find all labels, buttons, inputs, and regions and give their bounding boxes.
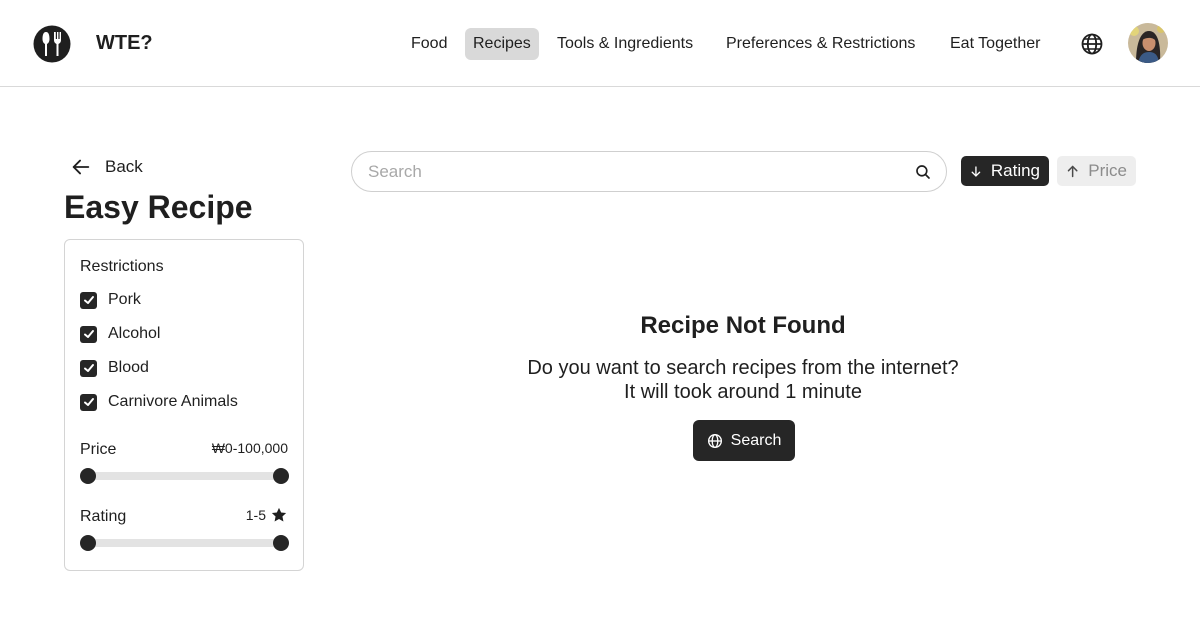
- restriction-alcohol-checkbox[interactable]: Alcohol: [80, 324, 160, 344]
- restrictions-label: Restrictions: [80, 258, 164, 275]
- checkbox-checked[interactable]: [80, 291, 97, 309]
- price-slider-max-handle[interactable]: [273, 468, 289, 484]
- search-input[interactable]: [368, 161, 888, 183]
- internet-search-label: Search: [730, 431, 782, 449]
- sort-price-label: Price: [1088, 161, 1127, 180]
- empty-state-line-1: Do you want to search recipes from the i…: [527, 357, 959, 379]
- rating-slider-max-handle[interactable]: [273, 535, 289, 551]
- top-navbar: WTE? Food Recipes Tools & Ingredients Pr…: [0, 0, 1200, 87]
- nav-preferences-restrictions[interactable]: Preferences & Restrictions: [718, 28, 923, 60]
- rating-slider-min-handle[interactable]: [80, 535, 96, 551]
- brand-name[interactable]: WTE?: [96, 32, 153, 55]
- search-icon[interactable]: [914, 163, 932, 181]
- check-icon: [83, 398, 94, 406]
- internet-search-button[interactable]: Search: [693, 420, 795, 461]
- check-icon: [83, 330, 94, 338]
- nav-tools-ingredients[interactable]: Tools & Ingredients: [549, 28, 701, 60]
- rating-label: Rating: [80, 508, 127, 525]
- empty-state-message: Do you want to search recipes from the i…: [443, 356, 1043, 404]
- nav-eat-together[interactable]: Eat Together: [942, 28, 1048, 60]
- check-icon: [83, 296, 94, 304]
- rating-range-value: 1-5: [245, 507, 266, 523]
- restriction-label: Pork: [108, 291, 141, 308]
- price-range-value: ₩0-100,000: [211, 440, 288, 456]
- price-label: Price: [80, 441, 117, 458]
- price-slider-track[interactable]: [88, 472, 281, 480]
- star-icon: [271, 507, 287, 522]
- nav-food[interactable]: Food: [403, 28, 455, 60]
- rating-slider-track[interactable]: [88, 539, 281, 547]
- sort-rating-label: Rating: [990, 161, 1040, 180]
- restriction-label: Carnivore Animals: [108, 393, 238, 410]
- back-button[interactable]: Back: [70, 154, 143, 180]
- checkbox-checked[interactable]: [80, 325, 97, 343]
- recipe-search-box[interactable]: [351, 151, 947, 192]
- checkbox-checked[interactable]: [80, 393, 97, 411]
- sort-price-button[interactable]: Price: [1057, 156, 1136, 186]
- price-slider-min-handle[interactable]: [80, 468, 96, 484]
- rating-range: 1-5: [246, 506, 288, 524]
- back-label: Back: [105, 157, 143, 176]
- restriction-carnivore-animals-checkbox[interactable]: Carnivore Animals: [80, 392, 238, 412]
- fork-spoon-logo-icon[interactable]: [33, 25, 71, 63]
- arrow-down-icon: [971, 165, 981, 177]
- filter-panel: Restrictions Pork Alcohol Blood Carnivor…: [64, 239, 304, 571]
- globe-icon: [707, 433, 722, 448]
- page-title: Easy Recipe: [64, 189, 253, 225]
- empty-state-title: Recipe Not Found: [640, 312, 846, 339]
- restriction-pork-checkbox[interactable]: Pork: [80, 290, 141, 310]
- checkbox-checked[interactable]: [80, 359, 97, 377]
- user-avatar[interactable]: [1128, 23, 1168, 63]
- empty-state-line-2: It will took around 1 minute: [624, 381, 862, 403]
- globe-icon[interactable]: [1080, 32, 1104, 56]
- check-icon: [83, 364, 94, 372]
- restriction-label: Alcohol: [108, 325, 161, 342]
- sort-rating-button[interactable]: Rating: [961, 156, 1049, 186]
- restriction-label: Blood: [108, 359, 149, 376]
- nav-recipes[interactable]: Recipes: [465, 28, 539, 60]
- arrow-up-icon: [1067, 165, 1078, 177]
- arrow-left-icon: [72, 159, 90, 175]
- restriction-blood-checkbox[interactable]: Blood: [80, 358, 149, 378]
